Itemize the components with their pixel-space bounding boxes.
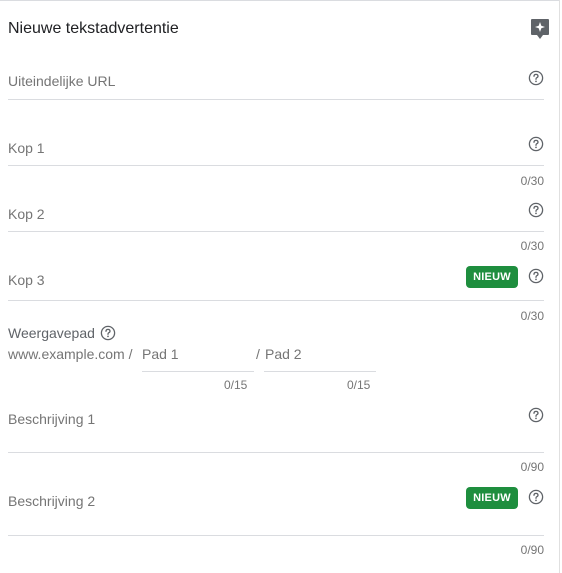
top-border (0, 0, 560, 1)
display-path-label: Weergavepad (8, 325, 95, 341)
page-title: Nieuwe tekstadvertentie (8, 20, 179, 37)
path-1-input[interactable]: Pad 1 (142, 346, 179, 362)
headline-1-counter: 0/30 (520, 174, 544, 188)
headline-3-counter: 0/30 (520, 309, 544, 323)
description-2-input[interactable]: Beschrijving 2 (8, 493, 95, 509)
final-url-help-icon[interactable] (528, 70, 544, 86)
description-1-input[interactable]: Beschrijving 1 (8, 411, 95, 427)
headline-1-help-icon[interactable] (528, 136, 544, 152)
headline-1-input[interactable]: Kop 1 (8, 140, 45, 156)
feedback-icon[interactable] (530, 18, 550, 40)
description-1-help-icon[interactable] (528, 407, 544, 423)
new-badge: NIEUW (466, 266, 518, 288)
headline-3-input[interactable]: Kop 3 (8, 272, 45, 288)
description-1-underline (8, 452, 544, 453)
path-2-underline (264, 371, 376, 372)
path-2-input[interactable]: Pad 2 (265, 346, 302, 362)
description-2-underline (8, 535, 544, 536)
display-url-domain: www.example.com / (8, 346, 133, 362)
headline-3-help-icon[interactable] (528, 268, 544, 284)
final-url-underline (8, 99, 544, 100)
path-1-underline (142, 371, 254, 372)
description-2-counter: 0/90 (520, 543, 544, 557)
path-separator: / (256, 346, 260, 362)
description-2-help-icon[interactable] (528, 489, 544, 505)
headline-2-underline (8, 231, 544, 232)
path-1-counter: 0/15 (224, 378, 248, 392)
headline-2-input[interactable]: Kop 2 (8, 206, 45, 222)
description-1-counter: 0/90 (520, 460, 544, 474)
headline-3-underline (8, 300, 544, 301)
display-path-help-icon[interactable] (100, 325, 116, 341)
path-2-counter: 0/15 (347, 378, 371, 392)
headline-2-counter: 0/30 (520, 239, 544, 253)
headline-2-help-icon[interactable] (528, 202, 544, 218)
new-badge: NIEUW (466, 487, 518, 509)
final-url-input[interactable]: Uiteindelijke URL (8, 73, 115, 89)
headline-1-underline (8, 165, 544, 166)
right-border (559, 0, 560, 573)
